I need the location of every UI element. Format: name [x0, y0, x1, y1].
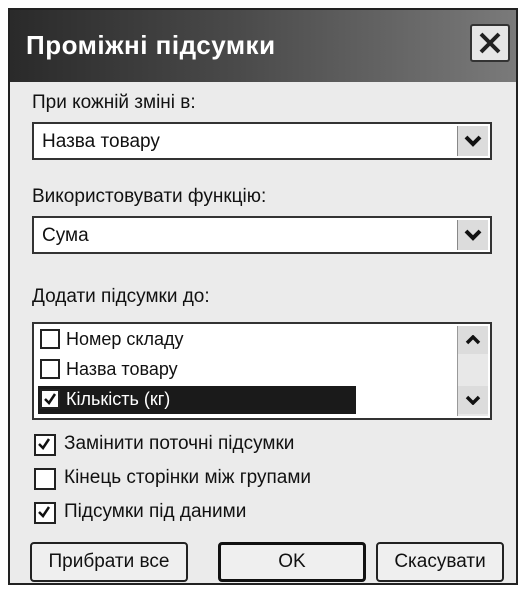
- page-break-checkbox[interactable]: [34, 468, 56, 490]
- replace-current-label: Замінити поточні підсумки: [64, 433, 295, 454]
- list-item-label: Назва товару: [66, 359, 178, 379]
- checkmark-icon: [44, 393, 57, 405]
- chevron-down-icon: [465, 395, 481, 405]
- add-subtotals-list[interactable]: Номер складу Назва товару Кількість (кг): [32, 322, 492, 420]
- list-item-product[interactable]: Назва товару: [38, 356, 356, 384]
- page-break-label: Кінець сторінки між групами: [64, 467, 312, 488]
- chevron-down-icon: [464, 229, 482, 241]
- remove-all-button[interactable]: Прибрати все: [30, 542, 188, 582]
- dialog-title: Проміжні підсумки: [26, 30, 276, 60]
- summary-below-label: Підсумки під даними: [64, 501, 247, 522]
- group-by-dropdown-button[interactable]: [457, 126, 488, 156]
- summary-below-checkbox[interactable]: [34, 502, 56, 524]
- title-bar[interactable]: Проміжні підсумки: [10, 10, 516, 82]
- close-button[interactable]: [470, 24, 510, 62]
- list-scrollbar[interactable]: [457, 326, 488, 416]
- scroll-up-button[interactable]: [458, 326, 488, 354]
- function-value: Сума: [42, 225, 89, 246]
- scroll-down-button[interactable]: [458, 386, 488, 414]
- list-item-checkbox[interactable]: [40, 389, 60, 409]
- list-item-warehouse[interactable]: Номер складу: [38, 326, 356, 354]
- function-dropdown-button[interactable]: [457, 220, 488, 250]
- replace-current-checkbox[interactable]: [34, 434, 56, 456]
- add-subtotals-label: Додати підсумки до:: [32, 286, 210, 307]
- chevron-down-icon: [464, 135, 482, 147]
- list-item-label: Кількість (кг): [66, 389, 171, 409]
- chevron-up-icon: [465, 335, 481, 345]
- list-item-quantity[interactable]: Кількість (кг): [38, 386, 356, 414]
- ok-button[interactable]: OK: [218, 542, 366, 582]
- close-icon: [479, 32, 501, 54]
- checkmark-icon: [38, 506, 51, 518]
- checkmark-icon: [38, 438, 51, 450]
- cancel-button[interactable]: Скасувати: [376, 542, 504, 582]
- group-by-label: При кожній зміні в:: [32, 92, 196, 113]
- list-item-checkbox[interactable]: [40, 359, 60, 379]
- function-select[interactable]: Сума: [32, 216, 492, 254]
- list-item-label: Номер складу: [66, 329, 184, 349]
- subtotals-dialog: Проміжні підсумки При кожній зміні в: На…: [8, 8, 518, 585]
- list-item-checkbox[interactable]: [40, 329, 60, 349]
- function-label: Використовувати функцію:: [32, 186, 267, 207]
- group-by-value: Назва товару: [42, 131, 160, 152]
- group-by-select[interactable]: Назва товару: [32, 122, 492, 160]
